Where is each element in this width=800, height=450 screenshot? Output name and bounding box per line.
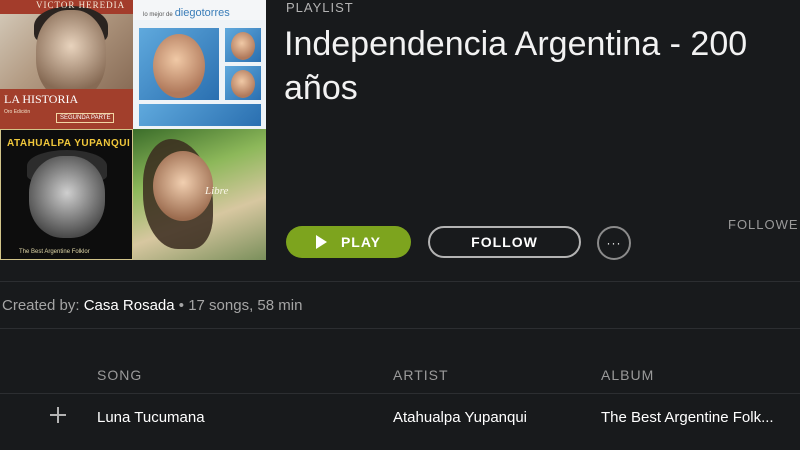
ellipsis-icon: ··· xyxy=(606,236,622,250)
column-header-artist[interactable]: ARTIST xyxy=(393,367,449,383)
track-album[interactable]: The Best Argentine Folk... xyxy=(601,409,774,426)
playlist-title: Independencia Argentina - 200 años xyxy=(284,25,748,107)
cover-brand-name: diegotorres xyxy=(174,7,230,19)
cover-face xyxy=(36,10,106,100)
cover-artist-text: VICTOR HEREDIA xyxy=(36,0,126,10)
followers-label: FOLLOWE xyxy=(728,217,799,232)
cover-face xyxy=(231,32,255,60)
more-options-button[interactable]: ··· xyxy=(597,226,631,260)
cover-title-text: LA HISTORIA xyxy=(4,92,79,106)
divider xyxy=(0,328,800,329)
track-title[interactable]: Luna Tucumana xyxy=(97,409,205,426)
playlist-type-label: PLAYLIST xyxy=(286,0,354,15)
cover-face xyxy=(153,151,213,221)
playlist-cover-collage: VICTOR HEREDIA LA HISTORIA Oro Edición S… xyxy=(0,0,266,262)
cover-face xyxy=(231,70,255,98)
column-header-album[interactable]: ALBUM xyxy=(601,367,654,383)
add-icon[interactable] xyxy=(48,405,68,425)
cover-face xyxy=(153,34,205,98)
divider xyxy=(0,281,800,282)
track-artist[interactable]: Atahualpa Yupanqui xyxy=(393,409,527,426)
album-cover-libre: Libre xyxy=(133,129,266,260)
cover-tag-text: SEGUNDA PARTE xyxy=(56,113,115,123)
playlist-meta: Created by: Casa Rosada • 17 songs, 58 m… xyxy=(2,297,302,314)
follow-button-label: FOLLOW xyxy=(471,234,538,250)
cover-small-text: lo mejor de xyxy=(143,12,173,18)
follow-button[interactable]: FOLLOW xyxy=(428,226,581,258)
created-by-label: Created by: xyxy=(2,297,80,314)
play-icon xyxy=(315,235,327,249)
play-button[interactable]: PLAY xyxy=(286,226,411,258)
cover-footer-text: The Best Argentine Folklor xyxy=(19,249,90,255)
cover-face xyxy=(29,156,105,238)
cover-cursive-text: Libre xyxy=(205,185,229,197)
cover-photo-block xyxy=(139,104,261,126)
album-cover-la-historia: VICTOR HEREDIA LA HISTORIA Oro Edición S… xyxy=(0,0,133,129)
album-cover-atahualpa-yupanqui: ATAHUALPA YUPANQUI The Best Argentine Fo… xyxy=(0,129,133,260)
divider xyxy=(0,393,800,394)
playlist-stats: • 17 songs, 58 min xyxy=(178,297,303,314)
owner-link[interactable]: Casa Rosada xyxy=(84,297,175,314)
album-cover-diego-torres: lo mejor de diegotorres xyxy=(133,0,266,129)
cover-subtitle-text: Oro Edición xyxy=(4,109,31,115)
cover-brand-text: lo mejor de diegotorres xyxy=(143,7,230,19)
cover-title-text: ATAHUALPA YUPANQUI xyxy=(7,138,131,149)
column-header-song[interactable]: SONG xyxy=(97,367,142,383)
play-button-label: PLAY xyxy=(340,234,382,250)
